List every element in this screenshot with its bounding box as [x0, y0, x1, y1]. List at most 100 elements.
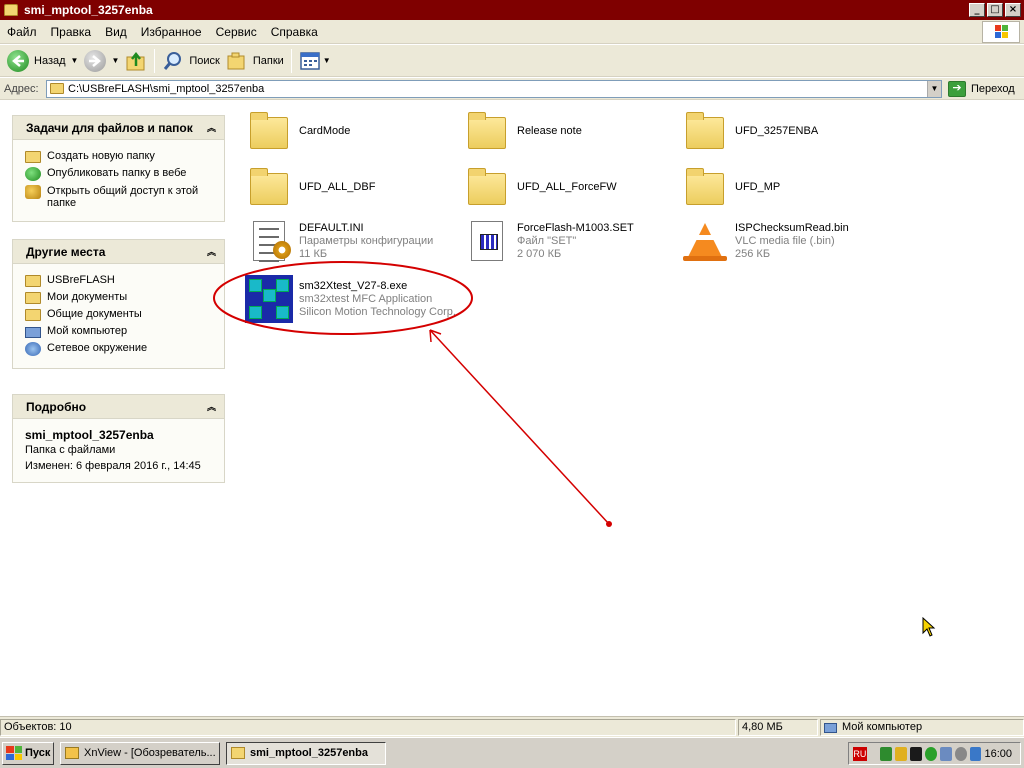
file-item-ufd-all-forcefw[interactable]: UFD_ALL_ForceFW — [465, 167, 617, 207]
go-button[interactable]: ➔ Переход — [948, 80, 1015, 97]
file-item-release-note[interactable]: Release note — [465, 111, 582, 151]
menu-tools[interactable]: Сервис — [209, 25, 264, 39]
search-icon — [164, 51, 182, 70]
windows-logo-icon — [982, 21, 1020, 43]
file-item-ufd-3257enba[interactable]: UFD_3257ENBA — [683, 111, 818, 151]
file-item-forceflash-set[interactable]: ForceFlash-M1003.SET Файл "SET" 2 070 КБ — [465, 221, 634, 261]
task-label: Создать новую папку — [47, 150, 155, 162]
folder-icon — [25, 309, 41, 321]
xnview-icon — [65, 747, 79, 759]
volume-tray-icon[interactable] — [939, 746, 952, 761]
search-button[interactable]: Поиск — [159, 47, 222, 75]
panel-header[interactable]: Другие места ︽ — [13, 240, 224, 264]
maximize-button[interactable]: □ — [987, 3, 1003, 17]
file-item-ispchecksumread-bin[interactable]: ISPChecksumRead.bin VLC media file (.bin… — [683, 221, 849, 261]
search-label: Поиск — [189, 54, 220, 67]
file-company: Silicon Motion Technology Corp. — [299, 305, 456, 318]
file-item-ufd-all-dbf[interactable]: UFD_ALL_DBF — [247, 167, 375, 207]
back-button[interactable]: Назад ▼ — [4, 47, 81, 75]
folder-icon — [683, 111, 727, 151]
folder-icon — [247, 167, 291, 207]
folders-icon — [227, 52, 245, 69]
collapse-chevron-icon[interactable]: ︽ — [207, 400, 216, 413]
language-indicator[interactable]: RU — [853, 746, 867, 761]
place-shared-documents[interactable]: Общие документы — [25, 308, 224, 321]
status-bar: Объектов: 10 4,80 МБ Мой компьютер — [0, 716, 1024, 737]
task-publish-web[interactable]: Опубликовать папку в вебе — [25, 167, 224, 181]
views-icon — [300, 51, 320, 70]
file-size: 2 070 КБ — [517, 247, 562, 260]
menu-help[interactable]: Справка — [264, 25, 325, 39]
panel-header[interactable]: Задачи для файлов и папок ︽ — [13, 116, 224, 140]
file-name: DEFAULT.INI — [299, 221, 364, 234]
settings-tray-icon[interactable] — [954, 746, 967, 761]
menu-edit[interactable]: Правка — [44, 25, 99, 39]
network-tray-icon[interactable] — [879, 746, 892, 761]
file-name: UFD_3257ENBA — [735, 124, 819, 137]
windows-flag-icon — [6, 746, 22, 760]
folder-icon — [25, 292, 41, 304]
folder-icon — [50, 83, 64, 94]
folder-icon — [683, 167, 727, 207]
chevron-down-icon: ▼ — [322, 56, 331, 65]
menu-view[interactable]: Вид — [98, 25, 134, 39]
menu-favorites[interactable]: Избранное — [134, 25, 209, 39]
app-tray-icon[interactable] — [909, 746, 922, 761]
taskbar-item-xnview[interactable]: XnView - [Обозреватель... — [60, 741, 220, 765]
file-name: UFD_ALL_DBF — [299, 180, 376, 193]
shield-tray-icon[interactable] — [924, 746, 937, 761]
warning-tray-icon[interactable] — [894, 746, 907, 761]
toolbar-separator — [154, 48, 156, 73]
file-name: ISPChecksumRead.bin — [735, 221, 849, 234]
info-tray-icon[interactable] — [969, 746, 982, 761]
file-item-sm32xtest-exe[interactable]: sm32Xtest_V27-8.exe sm32xtest MFC Applic… — [245, 275, 456, 323]
address-input[interactable]: C:\USBreFLASH\smi_mptool_3257enba ▼ — [46, 79, 942, 98]
title-bar: smi_mptool_3257enba _ □ × — [0, 0, 1024, 20]
place-my-documents[interactable]: Мои документы — [25, 291, 224, 304]
file-item-default-ini[interactable]: DEFAULT.INI Параметры конфигурации 11 КБ — [247, 221, 434, 262]
collapse-chevron-icon[interactable]: ︽ — [207, 121, 216, 134]
computer-icon — [824, 723, 837, 733]
file-type: Файл "SET" — [517, 234, 577, 247]
collapse-chevron-icon[interactable]: ︽ — [207, 245, 216, 258]
place-my-computer[interactable]: Мой компьютер — [25, 325, 224, 338]
file-item-cardmode[interactable]: CardMode — [247, 111, 350, 151]
chevron-down-icon[interactable]: ▼ — [71, 56, 79, 65]
close-button[interactable]: × — [1005, 3, 1021, 17]
place-usbreflash[interactable]: USBreFLASH — [25, 274, 224, 287]
explorer-main: Задачи для файлов и папок ︽ Создать нову… — [0, 101, 1024, 716]
file-name: CardMode — [299, 124, 351, 137]
address-label: Адрес: — [4, 82, 39, 95]
panel-title: Другие места — [26, 244, 106, 259]
details-name: smi_mptool_3257enba — [25, 428, 154, 442]
place-label: Сетевое окружение — [47, 342, 148, 354]
status-size: 4,80 МБ — [738, 718, 818, 736]
forward-button[interactable]: ▼ — [81, 47, 122, 75]
mouse-cursor-icon — [922, 617, 936, 637]
taskbar-item-explorer[interactable]: smi_mptool_3257enba — [226, 741, 386, 765]
place-label: Мои документы — [47, 291, 128, 303]
taskbar: Пуск XnView - [Обозреватель... smi_mptoo… — [0, 737, 1024, 768]
taskbar-item-label: XnView - [Обозреватель... — [84, 747, 216, 759]
minimize-button[interactable]: _ — [969, 3, 985, 17]
task-new-folder[interactable]: Создать новую папку — [25, 150, 224, 163]
file-name: UFD_MP — [735, 180, 781, 193]
menu-file[interactable]: Файл — [0, 25, 44, 39]
file-size: 256 КБ — [735, 247, 771, 260]
folders-button[interactable]: Папки — [223, 47, 287, 75]
folder-icon — [465, 111, 509, 151]
place-network[interactable]: Сетевое окружение — [25, 342, 224, 356]
up-folder-button[interactable] — [122, 47, 150, 75]
chevron-down-icon[interactable]: ▼ — [111, 56, 119, 65]
task-share-folder[interactable]: Открыть общий доступ к этой папке — [25, 185, 224, 209]
start-button[interactable]: Пуск — [2, 741, 54, 765]
panel-body: USBreFLASH Мои документы Общие документы… — [13, 264, 224, 368]
folders-label: Папки — [252, 54, 284, 67]
file-size: 11 КБ — [299, 247, 328, 260]
address-dropdown-button[interactable]: ▼ — [927, 80, 941, 97]
go-label: Переход — [971, 82, 1015, 95]
file-item-ufd-mp[interactable]: UFD_MP — [683, 167, 780, 207]
file-type: Параметры конфигурации — [299, 234, 434, 247]
panel-header[interactable]: Подробно ︽ — [13, 395, 224, 419]
views-button[interactable]: ▼ — [296, 47, 334, 75]
